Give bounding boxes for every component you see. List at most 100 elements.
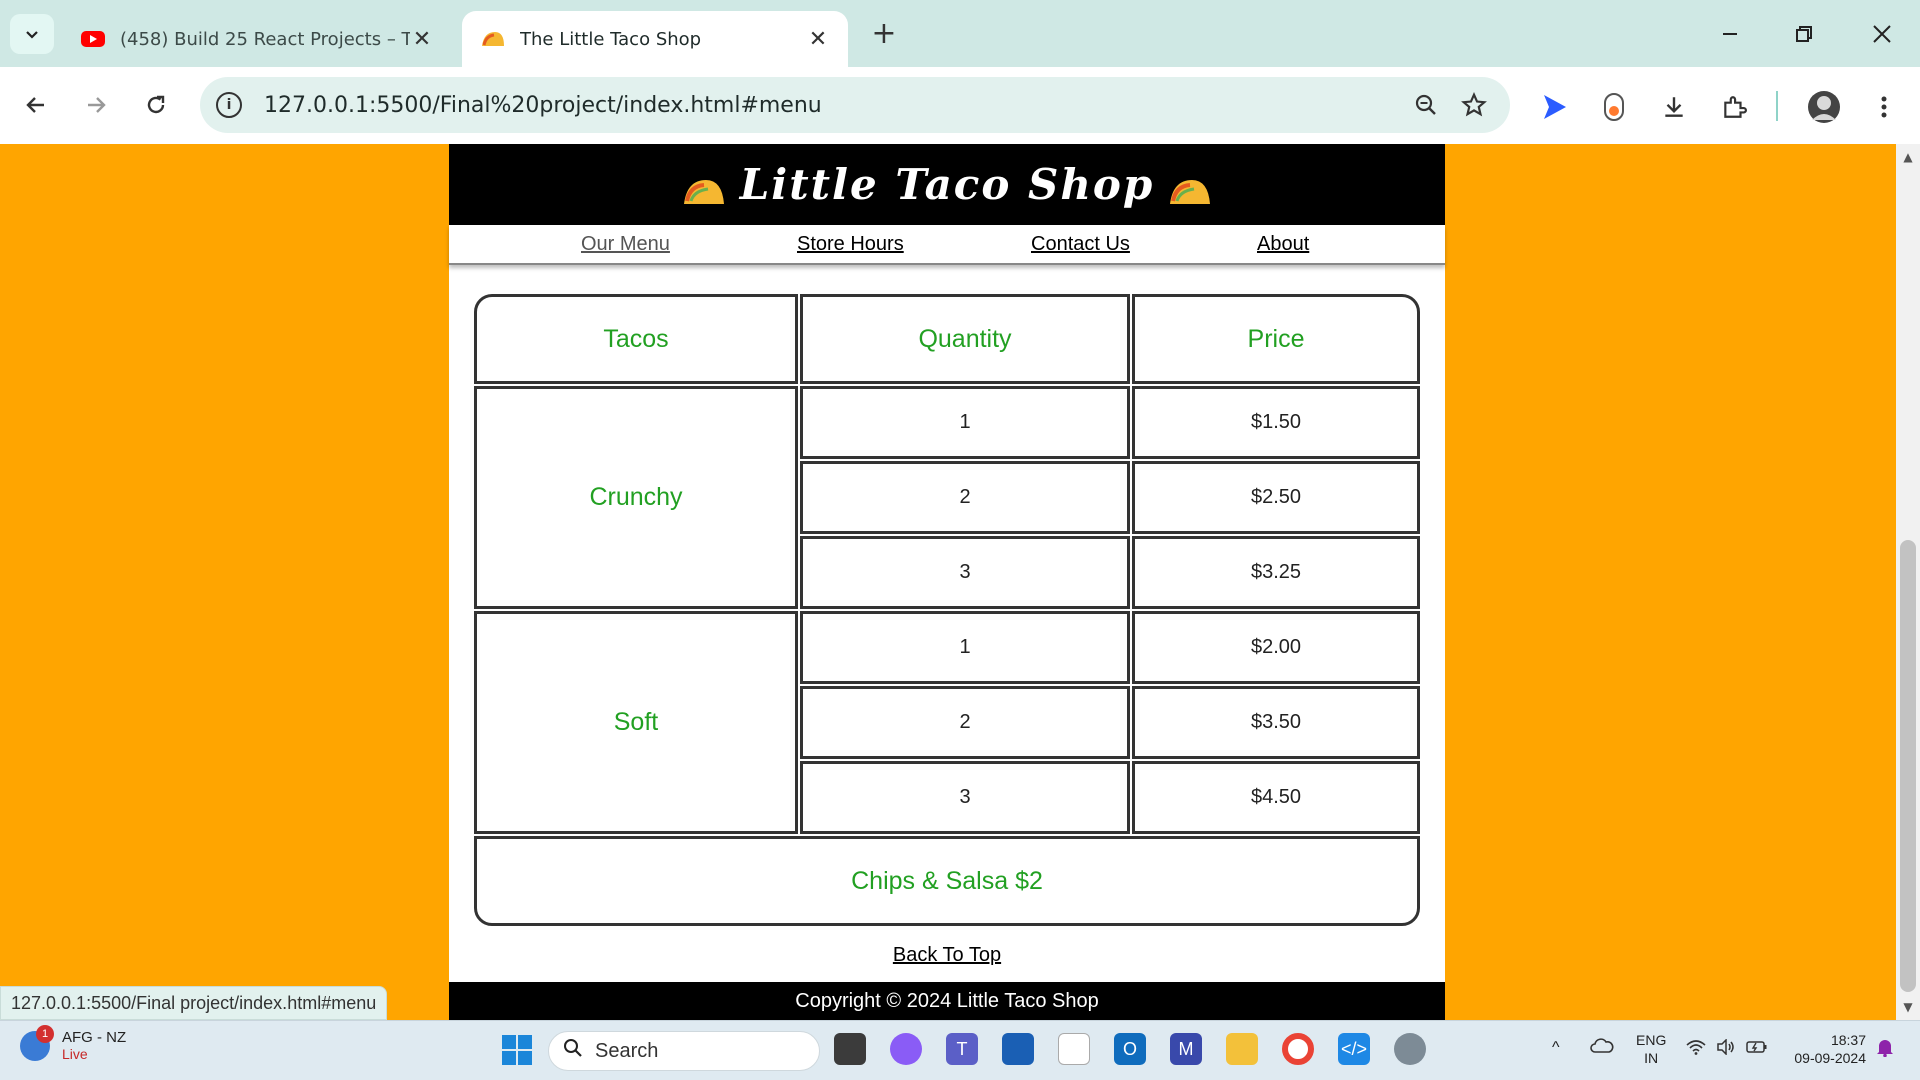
windows-start-icon[interactable] (502, 1035, 532, 1065)
tab-title: (458) Build 25 React Projects – Tutorial (120, 28, 410, 50)
taco-type-soft: Soft (474, 611, 798, 834)
table-cell-price: $1.50 (1132, 386, 1420, 459)
task-view-icon[interactable] (834, 1033, 866, 1065)
taco-icon (482, 32, 504, 46)
tab-little-taco-shop[interactable]: The Little Taco Shop ✕ (462, 11, 848, 67)
copilot-icon[interactable] (890, 1033, 922, 1065)
table-header-price: Price (1132, 294, 1420, 384)
arrow-right-icon (88, 97, 106, 113)
zoom-icon[interactable] (1402, 85, 1450, 125)
page-scrollbar[interactable]: ▲ ▼ (1896, 144, 1920, 1020)
store-icon[interactable] (1002, 1033, 1034, 1065)
new-tab-button[interactable]: + (866, 16, 902, 51)
table-cell-price: $3.50 (1132, 686, 1420, 759)
close-tab-icon[interactable]: ✕ (410, 27, 434, 52)
table-cell-price: $2.50 (1132, 461, 1420, 534)
minimize-icon (1723, 33, 1737, 35)
restore-icon (1796, 26, 1812, 42)
back-button[interactable] (16, 85, 56, 125)
taco-type-crunchy: Crunchy (474, 386, 798, 609)
outlook-icon[interactable]: O (1114, 1033, 1146, 1065)
table-cell-quantity: 1 (800, 386, 1130, 459)
minimize-button[interactable] (1702, 14, 1758, 54)
clock-date: 09-09-2024 (1794, 1050, 1866, 1066)
chevron-down-icon (26, 31, 38, 39)
file-explorer-icon[interactable] (1226, 1033, 1258, 1065)
wifi-icon[interactable] (1686, 1039, 1706, 1060)
nav-contact-us[interactable]: Contact Us (1031, 233, 1130, 256)
weather-widget[interactable]: 1 AFG - NZ Live (20, 1024, 127, 1062)
table-cell-quantity: 3 (800, 761, 1130, 834)
nav-our-menu[interactable]: Our Menu (581, 233, 670, 256)
site-nav: Our Menu Store Hours Contact Us About (449, 225, 1445, 265)
widget-title: AFG - NZ (62, 1029, 127, 1046)
link-status-bubble: 127.0.0.1:5500/Final project/index.html#… (0, 986, 388, 1020)
downloads-icon[interactable] (1654, 87, 1694, 127)
scroll-up-arrow-icon[interactable]: ▲ (1896, 150, 1920, 164)
widget-live-label: Live (62, 1046, 88, 1062)
reload-button[interactable] (136, 85, 176, 125)
restore-button[interactable] (1776, 14, 1832, 54)
address-bar[interactable]: i 127.0.0.1:5500/Final%20project/index.h… (200, 77, 1510, 133)
search-placeholder: Search (595, 1039, 659, 1062)
forward-button[interactable] (76, 85, 116, 125)
volume-icon[interactable] (1716, 1038, 1736, 1060)
language-indicator[interactable]: ENG IN (1636, 1031, 1666, 1067)
profile-avatar[interactable] (1804, 87, 1844, 127)
extension-capsule-icon[interactable] (1594, 87, 1634, 127)
close-tab-icon[interactable]: ✕ (806, 27, 830, 52)
table-cell-quantity: 3 (800, 536, 1130, 609)
settings-gear-icon[interactable] (1394, 1033, 1426, 1065)
region-code: IN (1644, 1050, 1659, 1066)
language-code: ENG (1636, 1032, 1667, 1048)
table-cell-price: $4.50 (1132, 761, 1420, 834)
browser-toolbar: i 127.0.0.1:5500/Final%20project/index.h… (0, 67, 1920, 144)
site-info-icon[interactable]: i (216, 92, 242, 118)
reload-icon (147, 95, 165, 114)
cricket-icon: 1 (20, 1024, 54, 1061)
onedrive-cloud-icon[interactable] (1590, 1037, 1614, 1058)
show-hidden-icons-chevron-icon[interactable]: ^ (1552, 1039, 1560, 1057)
clock-time: 18:37 (1830, 1032, 1866, 1048)
youtube-icon (81, 31, 105, 47)
scrollbar-thumb[interactable] (1900, 540, 1916, 992)
copyright-text: Copyright © 2024 Little Taco Shop (795, 989, 1099, 1012)
editor-app-icon[interactable]: M (1170, 1033, 1202, 1065)
close-icon (1873, 25, 1891, 43)
back-to-top-link[interactable]: Back To Top (449, 944, 1445, 967)
chrome-icon[interactable] (1282, 1033, 1314, 1065)
tab-search-button[interactable] (10, 14, 54, 54)
table-header-tacos: Tacos (474, 294, 798, 384)
extension-play-icon[interactable] (1534, 87, 1574, 127)
nav-store-hours[interactable]: Store Hours (797, 233, 904, 256)
clock[interactable]: 18:37 09-09-2024 (1784, 1031, 1866, 1067)
table-cell-price: $2.00 (1132, 611, 1420, 684)
site-title: Little Taco Shop (739, 160, 1155, 209)
bookmark-star-icon[interactable] (1450, 85, 1498, 125)
table-cell-price: $3.25 (1132, 536, 1420, 609)
browser-tab-strip: (458) Build 25 React Projects – Tutorial… (0, 0, 1920, 67)
extensions-puzzle-icon[interactable] (1714, 87, 1754, 127)
url-text[interactable]: 127.0.0.1:5500/Final%20project/index.htm… (264, 93, 1402, 118)
table-cell-quantity: 1 (800, 611, 1130, 684)
vscode-icon[interactable]: </> (1338, 1033, 1370, 1065)
more-menu-icon[interactable] (1864, 87, 1904, 127)
table-footer-chips-salsa: Chips & Salsa $2 (474, 836, 1420, 926)
nav-about[interactable]: About (1257, 233, 1309, 256)
windows-taskbar: 1 AFG - NZ Live Search T O M </> ^ ENG I… (0, 1020, 1920, 1080)
table-header-quantity: Quantity (800, 294, 1130, 384)
tab-youtube[interactable]: (458) Build 25 React Projects – Tutorial… (62, 11, 452, 67)
taco-icon (1170, 179, 1211, 204)
taskbar-search-box[interactable]: Search (548, 1031, 820, 1071)
teams-icon[interactable]: T (946, 1033, 978, 1065)
notification-bell-icon[interactable] (1876, 1037, 1894, 1062)
table-cell-quantity: 2 (800, 686, 1130, 759)
taco-icon (683, 179, 724, 204)
battery-icon[interactable] (1746, 1039, 1768, 1060)
toolbar-divider (1776, 91, 1778, 121)
scroll-down-arrow-icon[interactable]: ▼ (1896, 1000, 1920, 1014)
search-icon (563, 1038, 583, 1064)
notepad-icon[interactable] (1058, 1033, 1090, 1065)
table-cell-quantity: 2 (800, 461, 1130, 534)
close-window-button[interactable] (1854, 14, 1910, 54)
